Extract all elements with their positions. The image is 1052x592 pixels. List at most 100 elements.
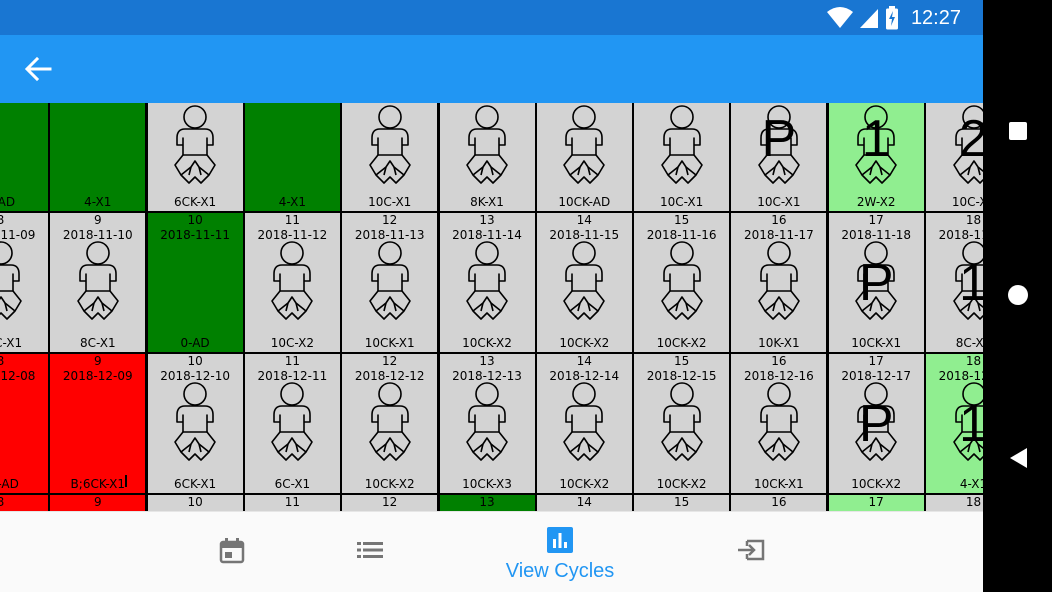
day-cell[interactable]: 10 2018-11-11 0-AD — [147, 213, 243, 352]
day-date: 2018-12-09 — [62, 369, 133, 383]
baby-icon — [563, 241, 606, 320]
day-cell[interactable]: 10C-X1 — [342, 103, 438, 211]
day-date: 2018-11-10 — [62, 228, 133, 242]
day-code: 10CK-X3 — [462, 477, 512, 491]
day-cell[interactable]: 9 2018-12-09 B;6CK-X1 — [50, 354, 146, 493]
day-cell[interactable]: 4-X1 — [244, 103, 340, 211]
back-button[interactable] — [20, 53, 56, 85]
day-cell[interactable]: 16 2018-12-16 10CK-X1 — [731, 354, 827, 493]
day-cell[interactable]: 8K-X1 — [439, 103, 535, 211]
baby-icon-wrap — [654, 241, 710, 321]
cycle-marker: 1 — [959, 395, 983, 453]
day-cell[interactable]: 16 2018-11-17 10K-X1 — [731, 213, 827, 352]
back-nav-button[interactable] — [1001, 441, 1035, 475]
baby-icon — [76, 241, 119, 320]
back-triangle-icon — [1010, 448, 1027, 468]
day-cell[interactable]: 15 2018-11-16 10CK-X2 — [634, 213, 730, 352]
day-cell[interactable]: 11 — [244, 495, 340, 511]
recents-button[interactable] — [1001, 114, 1035, 148]
day-cell[interactable]: 10C-X1 — [634, 103, 730, 211]
day-cell[interactable]: 15 — [634, 495, 730, 511]
baby-icon — [271, 241, 314, 320]
day-cell[interactable]: 182018-11-19 1 8C-X1 — [926, 213, 983, 352]
day-cell[interactable]: 10 — [147, 495, 243, 511]
day-code: 10CK-X2 — [462, 336, 512, 350]
day-cell[interactable]: P 10C-X1 — [731, 103, 827, 211]
day-code: 10K-X1 — [758, 336, 800, 350]
tab-exit[interactable] — [686, 512, 816, 592]
day-cell[interactable]: 18 — [926, 495, 983, 511]
home-button[interactable] — [1001, 278, 1035, 312]
cycle-grid[interactable]: 0-AD 4-X1 6CK-X1 4-X1 10C-X1 8K-X1 10CK-AD 10C-… — [0, 103, 983, 511]
baby-icon-wrap — [362, 382, 418, 462]
day-number: 12 — [382, 495, 398, 509]
day-cell[interactable]: 10 2018-12-10 6CK-X1 — [147, 354, 243, 493]
day-date: 2018-12-16 — [744, 369, 814, 383]
day-cell[interactable]: 2 10C-X1 — [926, 103, 983, 211]
day-code: 10CK-X2 — [559, 336, 610, 350]
day-cell[interactable]: 9 — [50, 495, 146, 511]
baby-icon — [660, 241, 703, 320]
day-cell[interactable]: 14 — [536, 495, 632, 511]
tab-view-cycles-label: View Cycles — [505, 560, 615, 582]
day-cell[interactable]: 10CK-AD — [536, 103, 632, 211]
day-cell[interactable]: 6CK-X1 — [147, 103, 243, 211]
day-cell[interactable]: 1 2W-X2 — [828, 103, 924, 211]
home-icon — [1008, 285, 1028, 305]
day-number: 8 — [0, 354, 5, 368]
day-number: 14 — [576, 213, 592, 227]
day-date: 2018-12-08 — [0, 369, 36, 383]
baby-icon — [174, 105, 216, 184]
day-cell[interactable]: 82018-12-08 10-AD — [0, 354, 48, 493]
day-date: 2018-11-16 — [646, 228, 717, 242]
baby-icon — [174, 382, 216, 461]
day-cell[interactable]: 14 2018-11-15 10CK-X2 — [536, 213, 632, 352]
day-cell[interactable]: 12 2018-12-12 10CK-X2 — [342, 354, 438, 493]
day-cell[interactable]: 15 2018-12-15 10CK-X2 — [634, 354, 730, 493]
day-cell[interactable]: 13 2018-11-14 10CK-X2 — [439, 213, 535, 352]
baby-icon — [368, 241, 411, 320]
baby-icon-wrap — [654, 105, 710, 185]
day-code: 10CK-X2 — [364, 477, 415, 491]
day-cell[interactable]: 17 — [828, 495, 924, 511]
day-cell[interactable]: 11 2018-12-11 6C-X1 — [244, 354, 340, 493]
day-cell[interactable]: 14 2018-12-14 10CK-X2 — [536, 354, 632, 493]
cycle-marker: 2 — [959, 110, 983, 168]
baby-icon-wrap — [654, 382, 710, 462]
day-number: 10 — [187, 354, 203, 368]
tab-view-cycles[interactable]: View Cycles — [495, 512, 625, 592]
tab-list[interactable] — [305, 512, 435, 592]
day-cell[interactable]: 17 2018-12-17 P 10CK-X2 — [828, 354, 924, 493]
day-cell[interactable]: 4-X1 — [50, 103, 146, 211]
day-cell[interactable]: 8 — [0, 495, 48, 511]
day-code: 10-AD — [0, 477, 19, 491]
day-cell[interactable]: 82018-11-09 10C-X1 — [0, 213, 48, 352]
day-code: 10C-X2 — [270, 336, 315, 350]
day-cell[interactable]: 0-AD — [0, 103, 48, 211]
day-cell[interactable]: 9 2018-11-10 8C-X1 — [50, 213, 146, 352]
baby-icon — [660, 105, 703, 184]
cycle-marker: P — [858, 395, 894, 453]
status-time: 12:27 — [910, 6, 961, 29]
day-date: 2018-12-14 — [549, 369, 620, 383]
baby-icon-wrap — [167, 382, 223, 462]
day-number: 10 — [187, 213, 203, 227]
day-cell[interactable]: 17 2018-11-18 P 10CK-X1 — [828, 213, 924, 352]
baby-icon-wrap — [459, 382, 515, 462]
day-cell[interactable]: 13 2018-12-13 10CK-X3 — [439, 354, 535, 493]
day-cell[interactable]: 16 — [731, 495, 827, 511]
list-icon — [357, 542, 383, 558]
day-number: 13 — [479, 354, 495, 368]
status-bar: 12:27 — [0, 0, 983, 35]
day-code: 10C-X1 — [368, 195, 412, 209]
tab-calendar[interactable] — [166, 512, 296, 592]
day-cell[interactable]: 182018-12-18 1 4-X1 — [926, 354, 983, 493]
day-cell[interactable]: 12 — [342, 495, 438, 511]
day-code: 10CK-X1 — [364, 336, 415, 350]
day-code: B;6CK-X1 — [70, 477, 126, 491]
day-cell[interactable]: 13 — [439, 495, 535, 511]
day-cell[interactable]: 12 2018-11-13 10CK-X1 — [342, 213, 438, 352]
day-cell[interactable]: 11 2018-11-12 10C-X2 — [244, 213, 340, 352]
day-number: 11 — [284, 213, 301, 227]
day-code: 10CK-X2 — [656, 336, 707, 350]
